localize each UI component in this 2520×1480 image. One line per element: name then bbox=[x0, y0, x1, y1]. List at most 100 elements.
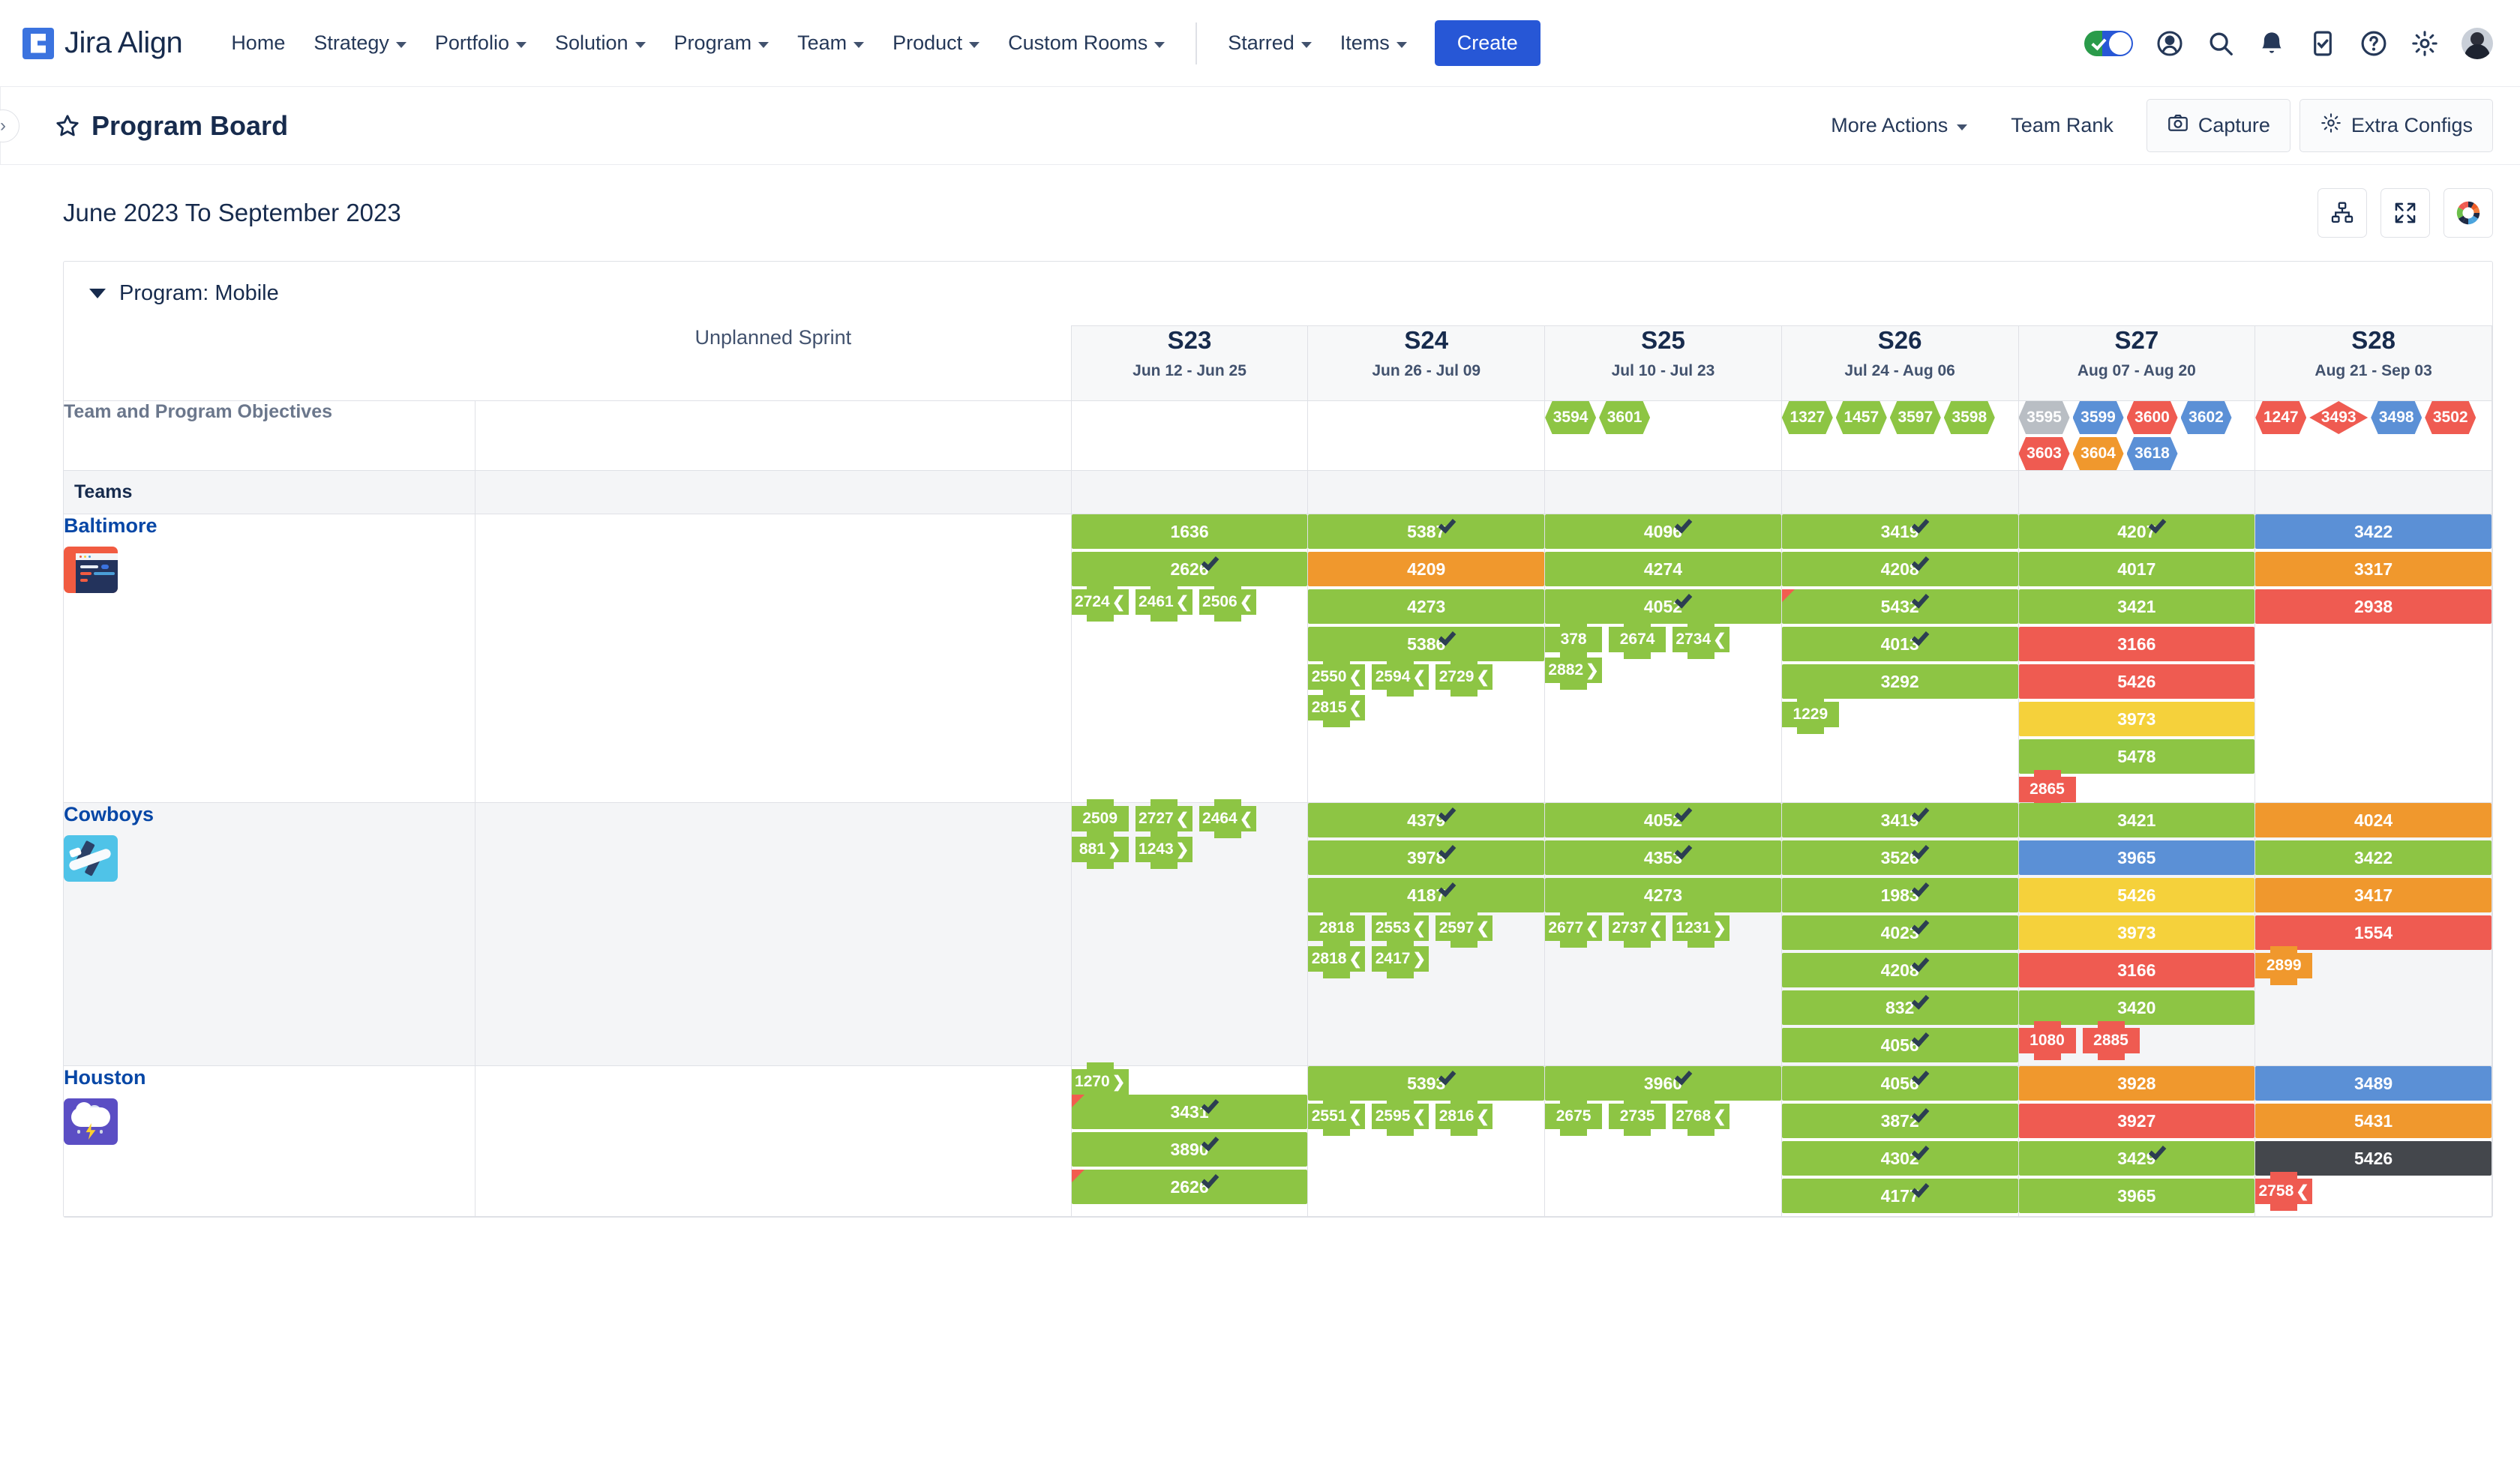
feature-card[interactable]: 2626 bbox=[1071, 1170, 1308, 1204]
objective-badge[interactable]: 3493 bbox=[2309, 401, 2368, 434]
feature-card[interactable]: 3422 bbox=[2255, 840, 2492, 875]
dependency-card[interactable]: 2595 ❮ bbox=[1372, 1097, 1430, 1136]
feature-card[interactable]: 3166 bbox=[2018, 627, 2255, 661]
objectives-cell-s24[interactable] bbox=[1307, 400, 1546, 471]
dependency-card[interactable]: 1229 bbox=[1781, 695, 1839, 734]
dependency-card[interactable]: 2818 ❮ bbox=[1308, 939, 1366, 978]
feature-card[interactable]: 4274 bbox=[1545, 552, 1781, 586]
dependency-card[interactable]: 2885 bbox=[2082, 1021, 2140, 1060]
feature-card[interactable]: 5386 bbox=[1308, 627, 1545, 661]
hierarchy-view-button[interactable] bbox=[2318, 188, 2367, 238]
objective-badge[interactable]: 3594 bbox=[1545, 401, 1597, 434]
objective-badge[interactable]: 1247 bbox=[2255, 401, 2307, 434]
team-name[interactable]: Cowboys bbox=[64, 803, 475, 826]
objectives-cell-s25[interactable]: 3594 3601 bbox=[1544, 400, 1782, 471]
sprint-cell-baltimore-s27[interactable]: 4207 4017 3421 3166 5426 3973 5478 2865 bbox=[2018, 514, 2256, 809]
dependency-card[interactable]: 2597 ❮ bbox=[1436, 909, 1493, 948]
feature-card[interactable]: 5393 bbox=[1308, 1066, 1545, 1101]
sprint-cell-baltimore-s24[interactable]: 5387 4209 4273 5386 2550 ❮ 2594 ❮ 2729 ❮… bbox=[1307, 514, 1546, 803]
dependency-card[interactable]: 2674 bbox=[1609, 620, 1666, 659]
objective-badge[interactable]: 3604 bbox=[2072, 437, 2124, 470]
nav-item-product[interactable]: Product bbox=[878, 24, 994, 62]
dependency-card[interactable]: 2461 ❮ bbox=[1135, 583, 1192, 622]
feature-card[interactable]: 4207 bbox=[2018, 514, 2255, 549]
more-actions-menu[interactable]: More Actions bbox=[1811, 103, 1987, 148]
capture-button[interactable]: Capture bbox=[2146, 99, 2290, 152]
sprint-cell-houston-s28[interactable]: 3489 5431 5426 2758 ❮ bbox=[2254, 1065, 2492, 1217]
sprint-cell-houston-s25[interactable]: 3960 2675 2735 2768 ❮ bbox=[1544, 1065, 1782, 1217]
gear-icon[interactable] bbox=[2410, 29, 2439, 58]
sprint-cell-cowboys-s27[interactable]: 3421 3965 5426 3973 3166 3420 1080 2885 bbox=[2018, 802, 2256, 1066]
dependency-card[interactable]: 2815 ❮ bbox=[1308, 688, 1366, 727]
objective-badge[interactable]: 3598 bbox=[1943, 401, 1995, 434]
feature-card[interactable]: 5387 bbox=[1308, 514, 1545, 549]
objective-badge[interactable]: 3602 bbox=[2180, 401, 2232, 434]
feature-card[interactable]: 4208 bbox=[1781, 953, 2018, 987]
dependency-card[interactable]: 2464 ❮ bbox=[1198, 799, 1256, 838]
nav-item-starred[interactable]: Starred bbox=[1214, 24, 1326, 62]
nav-item-home[interactable]: Home bbox=[217, 24, 299, 62]
feature-card[interactable]: 4187 bbox=[1308, 878, 1545, 912]
feature-card[interactable]: 4273 bbox=[1308, 589, 1545, 624]
feature-card[interactable]: 5426 bbox=[2018, 664, 2255, 699]
feature-card[interactable]: 3420 bbox=[2018, 990, 2255, 1025]
feature-card[interactable]: 4177 bbox=[1781, 1179, 2018, 1213]
sprint-cell-houston-s24[interactable]: 5393 2551 ❮ 2595 ❮ 2816 ❮ bbox=[1307, 1065, 1546, 1217]
nav-item-team[interactable]: Team bbox=[783, 24, 878, 62]
feature-card[interactable]: 4056 bbox=[1781, 1028, 2018, 1062]
sprint-header-s23[interactable]: S23 Jun 12 - Jun 25 bbox=[1070, 325, 1309, 401]
feature-card[interactable]: 3928 bbox=[2018, 1066, 2255, 1101]
dependency-card[interactable]: 2724 ❮ bbox=[1071, 583, 1129, 622]
feature-card[interactable]: 4353 bbox=[1545, 840, 1781, 875]
feature-card[interactable]: 3890 bbox=[1071, 1132, 1308, 1167]
dependency-card[interactable]: 2758 ❮ bbox=[2255, 1172, 2313, 1211]
dependency-card[interactable]: 2677 ❮ bbox=[1545, 909, 1603, 948]
feature-card[interactable]: 4052 bbox=[1545, 589, 1781, 624]
objective-badge[interactable]: 3600 bbox=[2126, 401, 2178, 434]
sprint-cell-baltimore-s28[interactable]: 3422 3317 2938 bbox=[2254, 514, 2492, 803]
dependency-card[interactable]: 881 ❯ bbox=[1071, 830, 1129, 869]
objectives-cell-s23[interactable] bbox=[1071, 400, 1309, 471]
dependency-card[interactable]: 2818 bbox=[1308, 909, 1366, 948]
dependency-card[interactable]: 2865 bbox=[2018, 770, 2076, 809]
sprint-cell-baltimore-s23[interactable]: 1636 2626 2724 ❮ 2461 ❮ 2506 ❮ bbox=[1071, 514, 1309, 803]
objective-badge[interactable]: 3502 bbox=[2425, 401, 2476, 434]
objective-badge[interactable]: 3601 bbox=[1599, 401, 1651, 434]
fullscreen-button[interactable] bbox=[2380, 188, 2430, 238]
feature-card[interactable]: 3927 bbox=[2018, 1104, 2255, 1138]
sprint-cell-cowboys-s24[interactable]: 4379 3978 4187 2818 2553 ❮ 2597 ❮ 2818 ❮… bbox=[1307, 802, 1546, 1066]
dependency-card[interactable]: 2882 ❯ bbox=[1545, 651, 1603, 690]
objective-badge[interactable]: 1457 bbox=[1835, 401, 1887, 434]
objectives-unplanned-cell[interactable] bbox=[475, 400, 1072, 471]
objective-badge[interactable]: 3603 bbox=[2018, 437, 2070, 470]
unplanned-cell-cowboys[interactable] bbox=[475, 802, 1072, 1066]
feature-card[interactable]: 3965 bbox=[2018, 1179, 2255, 1213]
dependency-card[interactable]: 2506 ❮ bbox=[1198, 583, 1256, 622]
feature-card[interactable]: 3960 bbox=[1545, 1066, 1781, 1101]
feature-card[interactable]: 3973 bbox=[2018, 702, 2255, 736]
feature-card[interactable]: 3419 bbox=[1781, 514, 2018, 549]
sprint-cell-houston-s23[interactable]: 1270 ❯ 3431 3890 2626 bbox=[1071, 1062, 1309, 1217]
feature-card[interactable]: 3978 bbox=[1308, 840, 1545, 875]
feature-card[interactable]: 1636 bbox=[1071, 514, 1308, 549]
objective-badge[interactable]: 1327 bbox=[1781, 401, 1833, 434]
dependency-card[interactable]: 2553 ❮ bbox=[1372, 909, 1430, 948]
sprint-cell-cowboys-s23[interactable]: 2509 2727 ❮ 2464 ❮ 881 ❯ 1243 ❯ bbox=[1071, 799, 1309, 1066]
sprint-header-s26[interactable]: S26 Jul 24 - Aug 06 bbox=[1780, 325, 2019, 401]
objectives-cell-s28[interactable]: 1247 3493 3498 3502 bbox=[2254, 400, 2492, 471]
feature-card[interactable]: 5426 bbox=[2018, 878, 2255, 912]
notifications-icon[interactable] bbox=[2258, 29, 2286, 58]
nav-item-solution[interactable]: Solution bbox=[541, 24, 660, 62]
feature-card[interactable]: 4379 bbox=[1308, 803, 1545, 837]
nav-item-program[interactable]: Program bbox=[660, 24, 784, 62]
objective-badge[interactable]: 3498 bbox=[2371, 401, 2422, 434]
feature-card[interactable]: 4052 bbox=[1545, 803, 1781, 837]
feature-card[interactable]: 4056 bbox=[1781, 1066, 2018, 1101]
objective-badge[interactable]: 3597 bbox=[1889, 401, 1941, 434]
program-collapse-header[interactable]: Program: Mobile bbox=[64, 262, 2492, 325]
sprint-header-s28[interactable]: S28 Aug 21 - Sep 03 bbox=[2254, 325, 2492, 401]
feature-card[interactable]: 2626 bbox=[1071, 552, 1308, 586]
objectives-cell-s27[interactable]: 3595 3599 3600 3602 3603 3604 3618 bbox=[2018, 400, 2256, 471]
feature-card[interactable]: 5426 bbox=[2255, 1141, 2492, 1176]
search-icon[interactable] bbox=[2206, 29, 2235, 58]
